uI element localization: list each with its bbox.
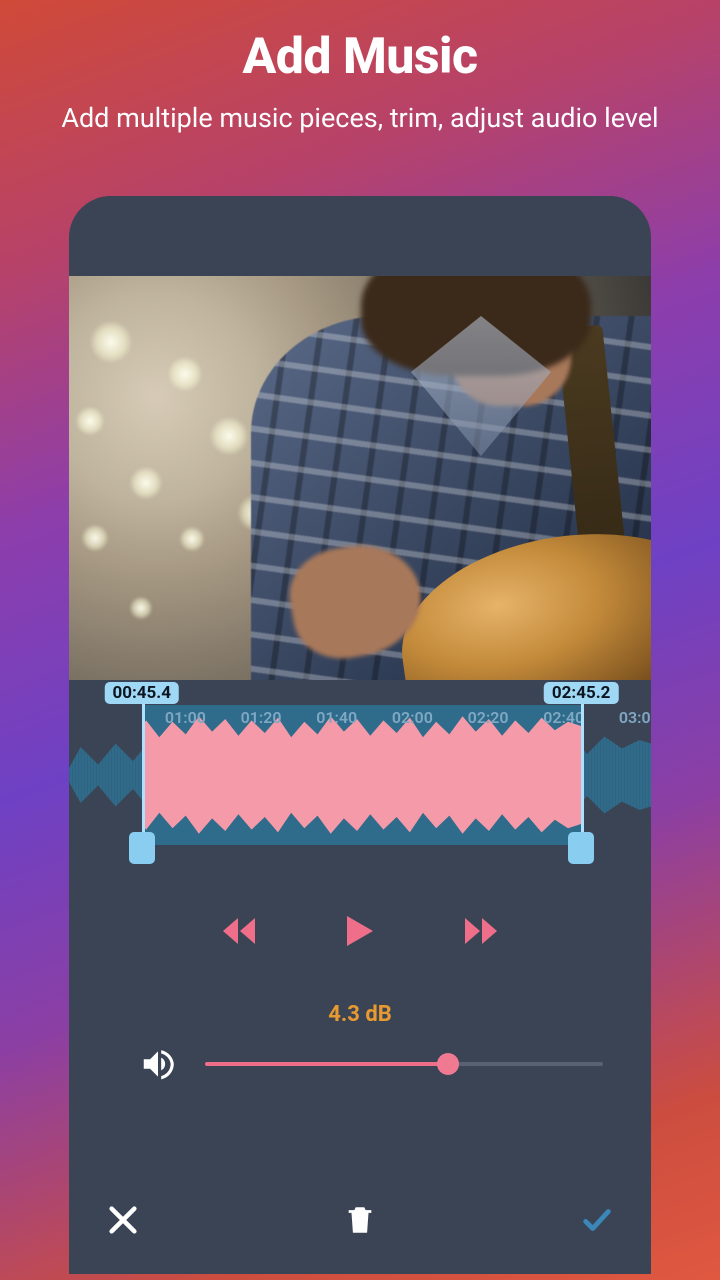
timeline-tick: 01:20 [241,708,282,727]
play-button[interactable] [338,909,382,953]
checkmark-icon [580,1203,614,1237]
volume-slider-thumb[interactable] [437,1053,459,1075]
play-icon [347,916,373,946]
confirm-button[interactable] [573,1196,621,1244]
trim-start-time: 00:45.4 [105,682,180,704]
bottom-action-bar [69,1174,651,1274]
volume-slider[interactable] [205,1062,603,1066]
timeline-tick: 02:00 [392,708,433,727]
trim-start-handle[interactable] [129,832,155,864]
timeline-tick: 02:20 [468,708,509,727]
rewind-icon [221,918,255,944]
timeline-ticks: 01:00 01:20 01:40 02:00 02:20 02:40 03:00 [69,708,651,728]
app-top-bar [69,196,651,276]
audio-waveform-trimmer[interactable]: 01:00 01:20 01:40 02:00 02:20 02:40 03:00 00:4… [69,680,651,860]
timeline-tick: 03:00 [619,708,651,727]
trim-end-handle[interactable] [568,832,594,864]
fast-forward-icon [465,918,499,944]
rewind-button[interactable] [216,909,260,953]
fast-forward-button[interactable] [460,909,504,953]
trim-end-time: 02:45.2 [544,682,619,704]
trash-icon [343,1203,377,1237]
video-preview[interactable] [69,276,651,680]
delete-button[interactable] [336,1196,384,1244]
speaker-icon [139,1045,177,1083]
close-icon [106,1203,140,1237]
timeline-tick: 02:40 [543,708,584,727]
timeline-tick: 01:40 [316,708,357,727]
timeline-tick: 01:00 [165,708,206,727]
playback-controls [69,906,651,956]
audio-level-readout: 4.3 dB [328,1002,392,1027]
marketing-title: Add Music [242,28,477,86]
marketing-subtitle: Add multiple music pieces, trim, adjust … [61,102,658,134]
app-screenshot: 01:00 01:20 01:40 02:00 02:20 02:40 03:00 00:4… [69,196,651,1274]
close-button[interactable] [99,1196,147,1244]
